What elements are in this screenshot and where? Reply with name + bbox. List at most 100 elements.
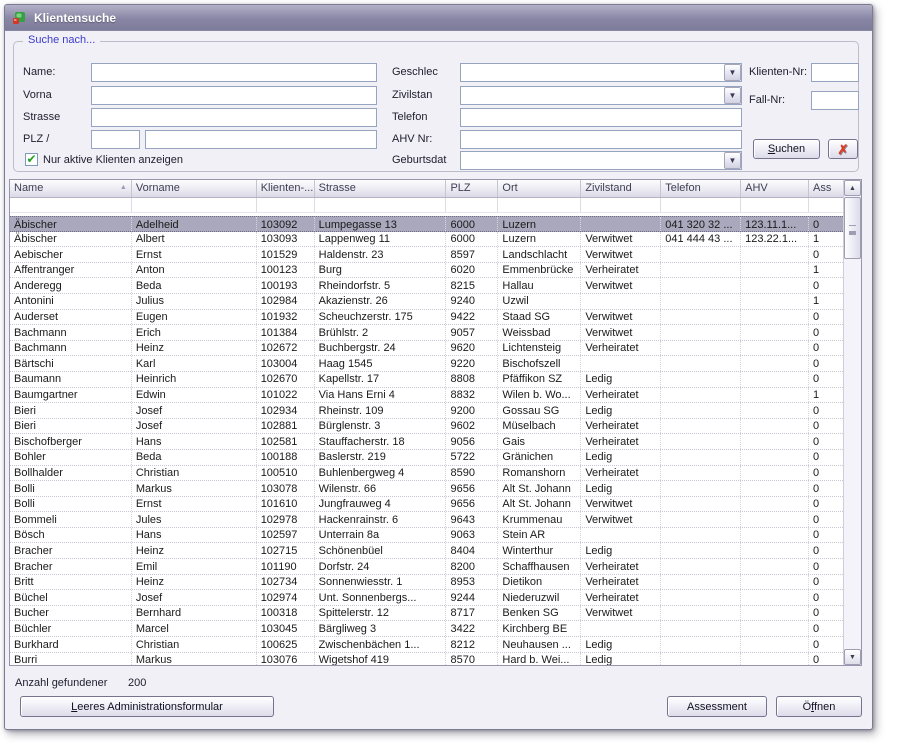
table-cell: Bieri — [10, 403, 132, 418]
table-cell: 9244 — [446, 590, 498, 605]
column-header-vorname[interactable]: Vorname — [132, 180, 257, 197]
column-header-ass[interactable]: Ass — [809, 180, 843, 197]
ahv-input[interactable] — [460, 130, 742, 149]
table-cell — [661, 653, 741, 665]
scrollbar-thumb[interactable] — [844, 197, 861, 259]
filter-cell[interactable] — [498, 198, 581, 212]
filter-cell[interactable] — [315, 198, 447, 212]
vorname-input[interactable] — [91, 86, 377, 105]
sort-asc-icon: ▲ — [120, 184, 127, 191]
assessment-button[interactable]: Assessment — [667, 696, 767, 717]
column-header-ahv[interactable]: AHV — [741, 180, 809, 197]
column-header-klienten[interactable]: Klienten-... — [257, 180, 315, 197]
table-row[interactable]: BurriMarkus103076Wigetshof 4198570Hard b… — [10, 653, 843, 665]
name-input[interactable] — [91, 63, 377, 82]
table-row[interactable]: AntoniniJulius102984Akazienstr. 269240Uz… — [10, 294, 843, 310]
geburtsdatum-dropdown-button[interactable]: ▼ — [724, 152, 741, 169]
klientensuche-window: Klientensuche Suche nach... Name: Vorna … — [4, 4, 873, 730]
scroll-up-button[interactable]: ▲ — [844, 180, 861, 196]
title-bar[interactable]: Klientensuche — [5, 5, 872, 31]
klienten-nr-input[interactable] — [811, 63, 859, 82]
zivilstand-combo-input[interactable] — [460, 86, 742, 105]
table-cell — [581, 217, 661, 231]
table-row[interactable]: BüchlerMarcel103045Bärgliweg 33422Kirchb… — [10, 621, 843, 637]
table-row[interactable]: BracherEmil101190Dorfstr. 248200Schaffha… — [10, 559, 843, 575]
ort-input[interactable] — [145, 130, 377, 149]
table-row[interactable]: BaumannHeinrich102670Kapellstr. 178808Pf… — [10, 372, 843, 388]
table-row[interactable]: BärtschiKarl103004Haag 15459220Bischofsz… — [10, 356, 843, 372]
table-row[interactable]: BollhalderChristian100510Buhlenbergweg 4… — [10, 466, 843, 482]
table-row[interactable]: BischofbergerHans102581Stauffacherstr. 1… — [10, 434, 843, 450]
table-row[interactable]: BöschHans102597Unterrain 8a9063Stein AR0 — [10, 528, 843, 544]
filter-cell[interactable] — [581, 198, 661, 212]
table-row[interactable]: BieriJosef102934Rheinstr. 1099200Gossau … — [10, 403, 843, 419]
column-header-ort[interactable]: Ort — [498, 180, 581, 197]
geschlecht-dropdown-button[interactable]: ▼ — [724, 64, 741, 81]
plz-input[interactable] — [91, 130, 140, 149]
column-header-name[interactable]: Name▲ — [10, 180, 132, 197]
filter-cell[interactable] — [132, 198, 257, 212]
table-cell — [661, 543, 741, 558]
filter-cell[interactable] — [257, 198, 315, 212]
zivilstand-dropdown-button[interactable]: ▼ — [724, 87, 741, 104]
table-row[interactable]: AebischerErnst101529Haldenstr. 238597Lan… — [10, 247, 843, 263]
suchen-button[interactable]: Suchen — [753, 139, 820, 159]
table-cell: Bachmann — [10, 325, 132, 340]
filter-cell[interactable] — [661, 198, 741, 212]
table-cell: 100318 — [257, 606, 315, 621]
table-row[interactable]: BolliMarkus103078Wilenstr. 669656Alt St.… — [10, 481, 843, 497]
table-cell — [661, 606, 741, 621]
table-row[interactable]: BieriJosef102881Bürglenstr. 39602Müselba… — [10, 419, 843, 435]
table-cell — [741, 263, 809, 278]
fall-nr-input[interactable] — [811, 91, 859, 110]
table-row[interactable]: BohlerBeda100188Baslerstr. 2195722Gränic… — [10, 450, 843, 466]
filter-cell[interactable] — [10, 198, 132, 212]
table-row[interactable]: AndereggBeda100193Rheindorfstr. 58215Hal… — [10, 278, 843, 294]
active-clients-checkbox[interactable]: ✔ — [25, 153, 38, 166]
table-row[interactable]: BommeliJules102978Hackenrainstr. 69643Kr… — [10, 512, 843, 528]
table-cell: Gränichen — [498, 450, 581, 465]
table-cell: 0 — [809, 403, 843, 418]
scroll-down-button[interactable]: ▼ — [844, 649, 861, 665]
table-cell: 102734 — [257, 575, 315, 590]
table-cell — [741, 559, 809, 574]
column-header-telefon[interactable]: Telefon — [661, 180, 741, 197]
table-row[interactable]: BrittHeinz102734Sonnenwiesstr. 18953Diet… — [10, 575, 843, 591]
telefon-input[interactable] — [460, 108, 742, 127]
clear-search-button[interactable]: ✗ — [828, 139, 858, 159]
table-cell: Sonnenwiesstr. 1 — [315, 575, 447, 590]
table-row[interactable]: BüchelJosef102974Unt. Sonnenbergs...9244… — [10, 590, 843, 606]
column-header-strasse[interactable]: Strasse — [315, 180, 447, 197]
geschlecht-combo-input[interactable] — [460, 63, 742, 82]
table-row[interactable]: ÄbischerAlbert103093Lappenweg 116000Luze… — [10, 232, 843, 248]
filter-cell[interactable] — [446, 198, 498, 212]
scrollbar-track[interactable] — [844, 260, 861, 649]
table-row[interactable]: AudersetEugen101932Scheuchzerstr. 175942… — [10, 310, 843, 326]
table-row[interactable]: BurkhardChristian100625Zwischenbächen 1.… — [10, 637, 843, 653]
table-cell — [661, 403, 741, 418]
table-cell: 103078 — [257, 481, 315, 496]
table-cell — [741, 278, 809, 293]
oeffnen-button[interactable]: Öffnen — [776, 696, 862, 717]
column-header-zivilstand[interactable]: Zivilstand — [581, 180, 661, 197]
table-row[interactable]: ÄbischerAdelheid103092Lumpegasse 136000L… — [10, 216, 843, 232]
table-row[interactable]: BachmannHeinz102672Buchbergstr. 249620Li… — [10, 341, 843, 357]
table-row[interactable]: BaumgartnerEdwin101022Via Hans Erni 4883… — [10, 388, 843, 404]
table-cell — [741, 294, 809, 309]
table-cell: Heinz — [132, 575, 257, 590]
table-row[interactable]: BracherHeinz102715Schönenbüel8404Wintert… — [10, 543, 843, 559]
strasse-input[interactable] — [91, 108, 377, 127]
vertical-scrollbar[interactable]: ▲ ▼ — [843, 180, 861, 665]
empty-admin-form-button[interactable]: Leeres Administrationsformular — [20, 696, 274, 717]
empty-admin-form-label: Leeres Administrationsformular — [71, 701, 223, 713]
filter-cell[interactable] — [809, 198, 843, 212]
geburtsdatum-combo-input[interactable] — [460, 151, 742, 170]
table-row[interactable]: AffentrangerAnton100123Burg6020Emmenbrüc… — [10, 263, 843, 279]
table-row[interactable]: BolliErnst101610Jungfrauweg 49656Alt St.… — [10, 497, 843, 513]
table-row[interactable]: BucherBernhard100318Spittelerstr. 128717… — [10, 606, 843, 622]
filter-cell[interactable] — [741, 198, 809, 212]
column-header-plz[interactable]: PLZ — [446, 180, 498, 197]
table-cell: Rheindorfstr. 5 — [315, 278, 447, 293]
table-row[interactable]: BachmannErich101384Brühlstr. 29057Weissb… — [10, 325, 843, 341]
table-cell: 0 — [809, 621, 843, 636]
